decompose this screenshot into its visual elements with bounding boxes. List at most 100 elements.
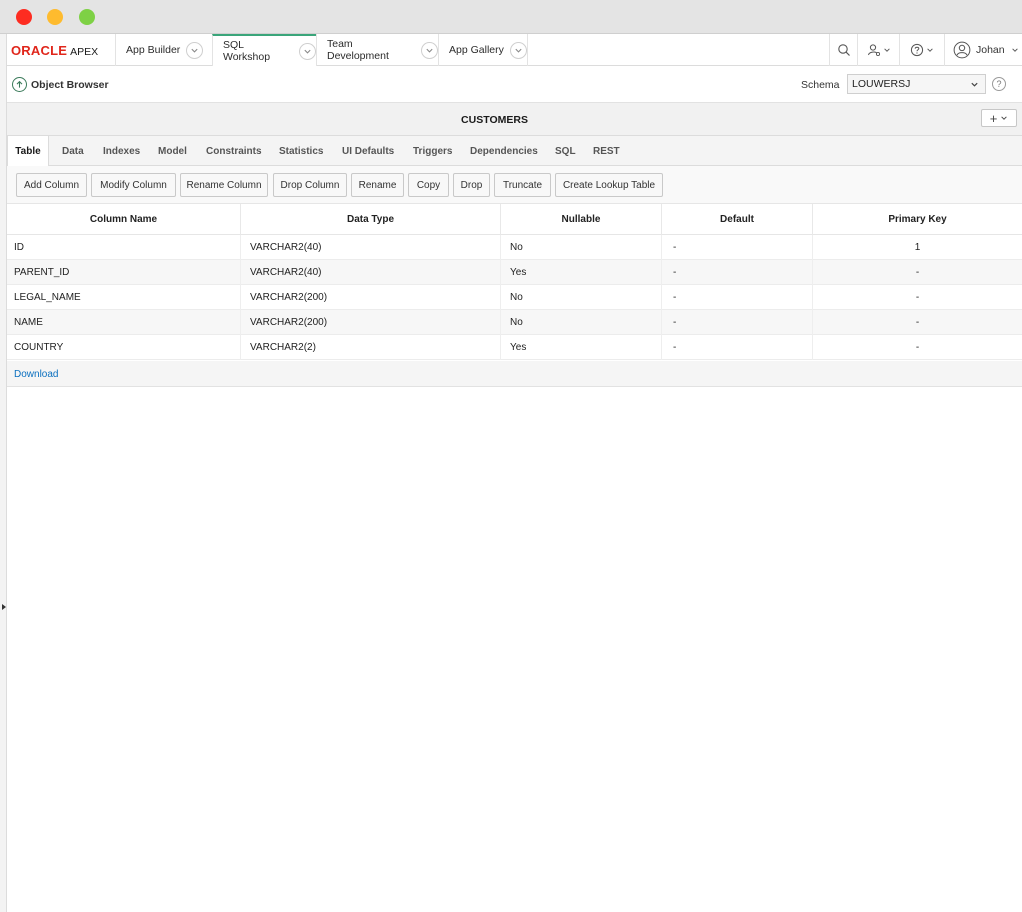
cell-column-name: COUNTRY [7, 335, 241, 360]
schema-help-icon[interactable]: ? [992, 77, 1006, 91]
column-header-nullable[interactable]: Nullable [501, 204, 662, 235]
chevron-down-icon[interactable] [186, 41, 204, 59]
cell-primary-key: - [915, 267, 920, 278]
minimize-window-button[interactable] [47, 9, 63, 25]
cell-column-name: LEGAL_NAME [7, 285, 241, 310]
column-header-data-type[interactable]: Data Type [241, 204, 501, 235]
nav-tab-label: SQL Workshop [223, 39, 271, 63]
cell-column-name: ID [7, 235, 241, 260]
grid-header-row: Column Name Data Type Nullable Default P… [7, 204, 1022, 235]
chevron-down-icon[interactable] [421, 41, 438, 59]
maximize-window-button[interactable] [79, 9, 95, 25]
search-button[interactable] [829, 34, 857, 66]
download-link[interactable]: Download [14, 369, 58, 380]
chevron-down-icon [883, 48, 890, 52]
nav-tab-sql-workshop[interactable]: SQL Workshop [212, 34, 316, 66]
rename-column-button[interactable]: Rename Column [180, 173, 268, 197]
up-arrow-icon[interactable] [12, 77, 27, 92]
create-lookup-table-button[interactable]: Create Lookup Table [555, 173, 663, 197]
copy-button[interactable]: Copy [408, 173, 449, 197]
table-row: PARENT_ID VARCHAR2(40) Yes - - [7, 260, 1022, 285]
cell-nullable: Yes [501, 260, 662, 285]
cell-primary-key: - [915, 317, 920, 328]
chevron-down-icon[interactable] [509, 41, 527, 59]
help-menu-button[interactable] [899, 34, 944, 66]
column-header-column-name[interactable]: Column Name [7, 204, 241, 235]
tab-triggers[interactable]: Triggers [413, 136, 452, 166]
nav-tab-app-builder[interactable]: App Builder [115, 34, 212, 66]
schema-select[interactable]: LOUWERSJ [847, 74, 986, 94]
cell-primary-key: 1 [914, 242, 921, 253]
tab-statistics[interactable]: Statistics [279, 136, 323, 166]
cell-nullable: No [501, 310, 662, 335]
nav-tab-app-gallery[interactable]: App Gallery [438, 34, 528, 66]
cell-data-type: VARCHAR2(2) [241, 335, 501, 360]
close-window-button[interactable] [16, 9, 32, 25]
drop-button[interactable]: Drop [453, 173, 490, 197]
schema-label: Schema [801, 79, 840, 91]
left-collapse-rail[interactable] [0, 34, 7, 912]
search-icon [837, 44, 850, 56]
table-row: ID VARCHAR2(40) No - 1 [7, 235, 1022, 260]
cell-column-name: PARENT_ID [7, 260, 241, 285]
tab-ui-defaults[interactable]: UI Defaults [342, 136, 394, 166]
tab-data[interactable]: Data [62, 136, 84, 166]
oracle-apex-logo[interactable]: ORACLE APEX [11, 43, 98, 59]
chevron-down-icon [1001, 116, 1008, 120]
rename-button[interactable]: Rename [351, 173, 404, 197]
column-header-default[interactable]: Default [662, 204, 813, 235]
nav-tab-team-development[interactable]: Team Development [316, 34, 438, 66]
chevron-down-icon [971, 82, 978, 87]
chevron-down-icon [927, 48, 933, 52]
chevron-down-icon [1011, 48, 1018, 52]
plus-icon: + [989, 110, 998, 126]
schema-select-value: LOUWERSJ [852, 78, 911, 90]
cell-data-type: VARCHAR2(40) [241, 235, 501, 260]
cell-default: - [662, 235, 813, 260]
user-icon [953, 41, 971, 59]
cell-data-type: VARCHAR2(200) [241, 310, 501, 335]
create-object-button[interactable]: + [981, 109, 1017, 127]
cell-primary-key: - [915, 342, 920, 353]
chevron-down-icon[interactable] [299, 42, 316, 60]
logo-apex-text: APEX [70, 46, 99, 58]
cell-nullable: No [501, 285, 662, 310]
object-tabs: Table Data Indexes Model Constraints Sta… [7, 136, 1022, 167]
help-icon [910, 43, 924, 57]
cell-data-type: VARCHAR2(200) [241, 285, 501, 310]
logo-oracle-text: ORACLE [11, 43, 68, 58]
table-row: COUNTRY VARCHAR2(2) Yes - - [7, 335, 1022, 360]
table-name-title: CUSTOMERS [461, 114, 528, 126]
modify-column-button[interactable]: Modify Column [91, 173, 176, 197]
expand-arrow-icon[interactable] [2, 604, 6, 610]
table-region-header: CUSTOMERS + [7, 103, 1022, 136]
tab-model[interactable]: Model [158, 136, 187, 166]
truncate-button[interactable]: Truncate [494, 173, 551, 197]
cell-primary-key: - [915, 292, 920, 303]
tab-constraints[interactable]: Constraints [206, 136, 262, 166]
cell-default: - [662, 285, 813, 310]
cell-default: - [662, 260, 813, 285]
drop-column-button[interactable]: Drop Column [273, 173, 347, 197]
table-row: LEGAL_NAME VARCHAR2(200) No - - [7, 285, 1022, 310]
tab-dependencies[interactable]: Dependencies [470, 136, 538, 166]
nav-tab-label: App Builder [126, 44, 181, 56]
object-browser-title[interactable]: Object Browser [31, 79, 109, 91]
cell-default: - [662, 335, 813, 360]
column-header-primary-key[interactable]: Primary Key [813, 204, 1022, 235]
table-row: NAME VARCHAR2(200) No - - [7, 310, 1022, 335]
user-name: Johan [976, 44, 1005, 56]
tab-rest[interactable]: REST [593, 136, 620, 166]
tab-indexes[interactable]: Indexes [103, 136, 140, 166]
cell-data-type: VARCHAR2(40) [241, 260, 501, 285]
grid-footer: Download [7, 361, 1022, 387]
tab-sql[interactable]: SQL [555, 136, 576, 166]
user-menu-button[interactable]: Johan [944, 34, 1022, 66]
administration-menu-button[interactable] [857, 34, 899, 66]
cell-default: - [662, 310, 813, 335]
cell-nullable: No [501, 235, 662, 260]
admin-icon [867, 44, 880, 57]
object-browser-header: Object Browser Schema LOUWERSJ ? [7, 66, 1022, 103]
tab-table[interactable]: Table [7, 136, 49, 167]
add-column-button[interactable]: Add Column [16, 173, 87, 197]
